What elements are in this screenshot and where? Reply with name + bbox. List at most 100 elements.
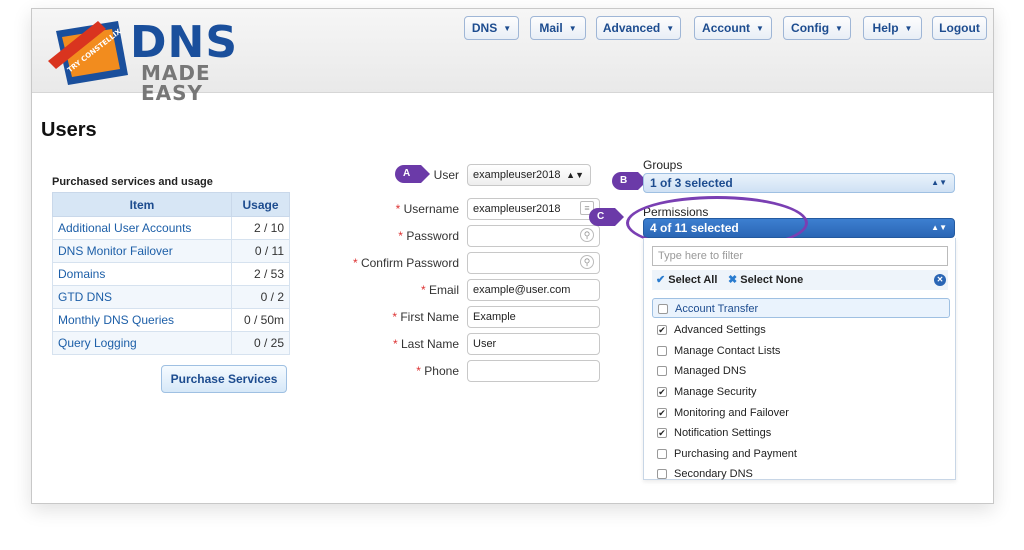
nav-account-label: Account xyxy=(702,21,751,35)
email-label: * Email xyxy=(420,283,459,297)
last-name-value: User xyxy=(473,338,497,350)
password-key-icon[interactable]: ⚲ xyxy=(580,255,594,269)
permissions-dropdown: Type here to filter ✔ Select All ✖ Selec… xyxy=(643,238,956,480)
permission-option[interactable]: ✔ Notification Settings xyxy=(652,423,950,443)
checkbox-icon[interactable] xyxy=(657,366,667,376)
username-label: * Username xyxy=(395,202,459,216)
password-field[interactable]: ⚲ xyxy=(467,225,600,247)
checkmark-icon: ✔ xyxy=(656,274,666,286)
select-all-label: Select All xyxy=(668,274,718,286)
nav-account[interactable]: Account ▼ xyxy=(694,16,772,40)
service-link[interactable]: Domains xyxy=(52,262,232,286)
nav-help[interactable]: Help ▼ xyxy=(863,16,922,40)
nav-config[interactable]: Config ▼ xyxy=(783,16,851,40)
select-arrows-icon: ▲▼ xyxy=(931,178,947,187)
phone-field[interactable] xyxy=(467,360,600,382)
permission-option[interactable]: ✔ Monitoring and Failover xyxy=(652,403,950,423)
permission-option[interactable]: Manage Contact Lists xyxy=(652,341,950,361)
last-name-label-text: Last Name xyxy=(400,337,459,351)
password-label: * Password xyxy=(398,229,459,243)
permission-option-label: Purchasing and Payment xyxy=(674,448,797,460)
username-label-text: Username xyxy=(403,202,459,216)
permission-option[interactable]: Secondary DNS xyxy=(652,464,950,484)
checkbox-icon[interactable] xyxy=(658,304,668,314)
logo-mark-icon: TRY CONSTELLIX xyxy=(48,21,128,85)
permissions-filter-input[interactable]: Type here to filter xyxy=(652,246,948,266)
select-all-button[interactable]: ✔ Select All xyxy=(656,270,717,290)
logo[interactable]: TRY CONSTELLIX DNS MADE EASY xyxy=(46,15,266,103)
service-link[interactable]: Query Logging xyxy=(52,331,232,355)
column-header-item: Item xyxy=(52,192,232,217)
usage-value: 0 / 50m xyxy=(231,308,290,332)
nav-advanced[interactable]: Advanced ▼ xyxy=(596,16,681,40)
chevron-down-icon: ▼ xyxy=(904,23,913,33)
nav-help-label: Help xyxy=(872,21,899,35)
usage-value: 0 / 11 xyxy=(231,239,290,263)
annotation-badge-c: C xyxy=(589,208,624,226)
select-arrows-icon: ▲▼ xyxy=(931,223,947,232)
permission-option-label: Manage Security xyxy=(674,386,757,398)
permission-option-label: Account Transfer xyxy=(675,303,759,315)
permission-option[interactable]: ✔ Manage Security xyxy=(652,382,950,402)
service-link[interactable]: Additional User Accounts xyxy=(52,216,232,240)
select-all-none-bar: ✔ Select All ✖ Select None ✕ xyxy=(652,270,948,290)
checkbox-icon[interactable] xyxy=(657,346,667,356)
table-row: Monthly DNS Queries 0 / 50m xyxy=(52,308,290,332)
page-title: Users xyxy=(41,119,97,141)
logout-button[interactable]: Logout xyxy=(932,16,987,40)
chevron-down-icon: ▼ xyxy=(503,23,512,33)
last-name-label: * Last Name xyxy=(392,337,459,351)
first-name-field[interactable]: Example xyxy=(467,306,600,328)
permission-option[interactable]: Purchasing and Payment xyxy=(652,444,950,464)
checkbox-checked-icon[interactable]: ✔ xyxy=(657,408,667,418)
groups-select[interactable]: 1 of 3 selected ▲▼ xyxy=(643,173,955,193)
user-label: User xyxy=(329,168,459,182)
permission-option[interactable]: Account Transfer xyxy=(652,298,950,318)
confirm-password-label-text: Confirm Password xyxy=(360,256,459,270)
checkbox-checked-icon[interactable]: ✔ xyxy=(657,325,667,335)
table-row: DNS Monitor Failover 0 / 11 xyxy=(52,239,290,263)
nav-mail[interactable]: Mail ▼ xyxy=(530,16,586,40)
checkbox-checked-icon[interactable]: ✔ xyxy=(657,428,667,438)
close-icon[interactable]: ✕ xyxy=(934,274,946,286)
service-link[interactable]: DNS Monitor Failover xyxy=(52,239,232,263)
confirm-password-field[interactable]: ⚲ xyxy=(467,252,600,274)
purchase-services-button[interactable]: Purchase Services xyxy=(161,365,287,393)
permissions-selected-value: 4 of 11 selected xyxy=(650,221,739,235)
password-key-icon[interactable]: ⚲ xyxy=(580,228,594,242)
last-name-field[interactable]: User xyxy=(467,333,600,355)
logo-subtitle: MADE EASY xyxy=(141,61,211,105)
services-table: Item Usage Additional User Accounts 2 / 1… xyxy=(52,192,290,355)
permission-option-label: Notification Settings xyxy=(674,427,772,439)
service-link[interactable]: Monthly DNS Queries xyxy=(52,308,232,332)
table-row: Additional User Accounts 2 / 10 xyxy=(52,216,290,240)
nav-dns[interactable]: DNS ▼ xyxy=(464,16,519,40)
permission-option-label: Secondary DNS xyxy=(674,468,753,480)
select-none-label: Select None xyxy=(740,274,804,286)
logo-word: DNS xyxy=(130,17,239,68)
first-name-label: * First Name xyxy=(392,310,459,324)
x-icon: ✖ xyxy=(728,274,738,286)
permission-option[interactable]: Managed DNS xyxy=(652,361,950,381)
column-header-usage: Usage xyxy=(231,192,290,217)
logout-label: Logout xyxy=(939,21,980,35)
table-row: Domains 2 / 53 xyxy=(52,262,290,286)
select-none-button[interactable]: ✖ Select None xyxy=(728,270,803,290)
checkbox-checked-icon[interactable]: ✔ xyxy=(657,387,667,397)
chevron-down-icon: ▼ xyxy=(568,23,577,33)
permissions-select[interactable]: 4 of 11 selected ▲▼ xyxy=(643,218,955,238)
nav-dns-label: DNS xyxy=(471,21,498,35)
usage-value: 0 / 25 xyxy=(231,331,290,355)
user-select[interactable]: exampleuser2018 ▲▼ xyxy=(467,164,591,186)
checkbox-icon[interactable] xyxy=(657,449,667,459)
checkbox-icon[interactable] xyxy=(657,469,667,479)
confirm-password-label: * Confirm Password xyxy=(352,256,459,270)
nav-advanced-label: Advanced xyxy=(602,21,661,35)
permission-option-label: Advanced Settings xyxy=(674,324,766,336)
email-field[interactable]: example@user.com xyxy=(467,279,600,301)
permission-option-label: Manage Contact Lists xyxy=(674,345,781,357)
username-value: exampleuser2018 xyxy=(473,203,561,215)
permission-option[interactable]: ✔ Advanced Settings xyxy=(652,320,950,340)
service-link[interactable]: GTD DNS xyxy=(52,285,232,309)
username-field[interactable]: exampleuser2018 ≡ xyxy=(467,198,600,220)
